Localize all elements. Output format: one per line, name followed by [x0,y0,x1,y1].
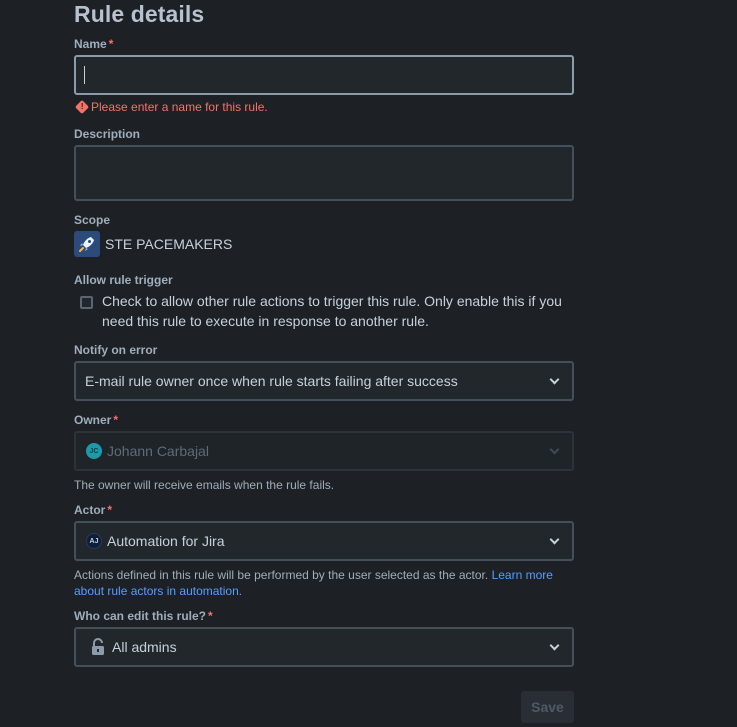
owner-avatar: JC [86,443,102,459]
allow-trigger-text: Check to allow other rule actions to tri… [102,293,562,329]
chevron-down-icon [549,534,560,545]
owner-label: Owner * [74,413,119,427]
text-caret [84,66,85,84]
notify-selected-value: E-mail rule owner once when rule starts … [85,373,458,389]
actor-label: Actor * [74,503,113,517]
name-label: Name * [74,37,114,51]
editors-selected-value: All admins [112,639,177,655]
editors-label: Who can edit this rule? * [74,609,213,623]
learn-more-link[interactable]: Learn more [492,568,553,582]
scope-value: STE PACEMAKERS [74,231,232,257]
scope-label: Scope [74,213,111,227]
actor-avatar: AJ [86,533,102,549]
allow-trigger-checkbox[interactable] [80,296,93,309]
actor-selected-value: Automation for Jira [107,533,225,549]
owner-selected-value: Johann Carbajal [107,443,209,459]
notify-select[interactable]: E-mail rule owner once when rule starts … [74,361,574,401]
notify-label: Notify on error [74,343,158,357]
chevron-down-icon [549,444,560,455]
owner-help-text: The owner will receive emails when the r… [74,478,335,492]
rule-actors-link[interactable]: about rule actors in automation. [74,584,242,598]
scope-name: STE PACEMAKERS [105,236,233,252]
rule-details-page: Rule details Name * ! Please enter a name… [0,0,737,727]
rocket-icon [74,231,100,257]
name-input[interactable] [74,55,574,95]
actor-select[interactable]: AJ Automation for Jira [74,521,574,561]
unlock-icon [90,638,106,656]
owner-select: JC Johann Carbajal [74,431,574,471]
description-label: Description [74,127,141,141]
required-marker: * [107,503,113,517]
chevron-down-icon [549,640,560,651]
required-marker: * [208,609,213,623]
editors-select[interactable]: All admins [74,627,574,667]
error-icon: ! [74,99,90,115]
description-input[interactable] [74,145,574,201]
required-marker: * [113,413,119,427]
page-title: Rule details [74,1,205,27]
save-button[interactable]: Save [521,691,574,723]
name-error-message: ! Please enter a name for this rule. [74,99,268,115]
required-marker: * [108,37,114,51]
actor-help-text: Actions defined in this rule will be per… [74,568,553,598]
allow-trigger-label: Allow rule trigger [74,273,173,287]
chevron-down-icon [549,374,560,385]
